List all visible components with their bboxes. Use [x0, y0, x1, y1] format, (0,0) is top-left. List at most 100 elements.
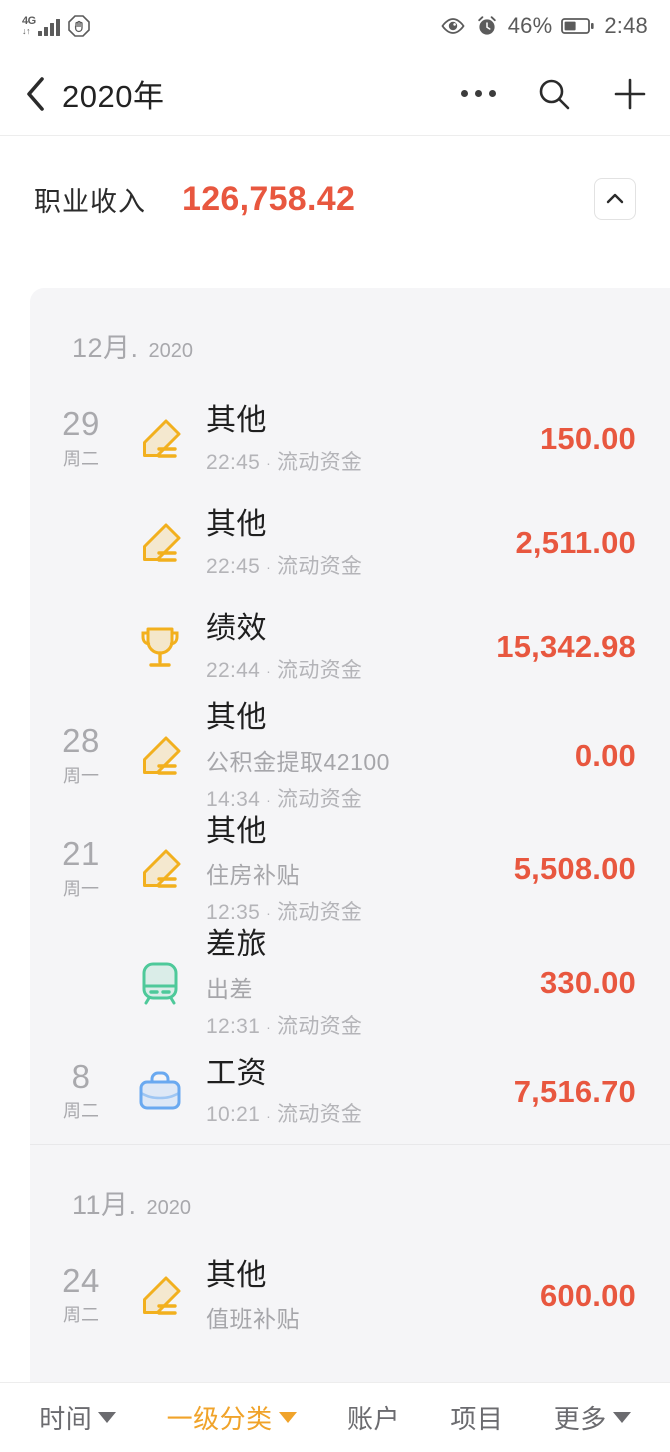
row-amount: 600.00 [539, 1277, 636, 1313]
row-meta: 12:35 · 流动资金 [206, 896, 504, 926]
row-category-icon [118, 515, 202, 571]
row-meta: 22:45 · 流动资金 [206, 550, 505, 580]
row-category: 绩效 [206, 612, 267, 646]
row-meta: 10:21 · 流动资金 [206, 1098, 504, 1128]
filter-label: 项目 [450, 1404, 504, 1434]
filter-label: 更多 [553, 1404, 607, 1434]
row-amount: 15,342.98 [496, 629, 636, 664]
row-body: 差旅 出差 12:31 · 流动资金 [202, 926, 530, 1040]
eye-icon [441, 18, 465, 34]
row-date [44, 542, 118, 545]
row-category: 其他 [206, 508, 267, 542]
row-account: 流动资金 [277, 787, 363, 811]
status-bar: 4G ↓↑ 46% 2:48 [0, 0, 670, 52]
transaction-row[interactable]: 8 周二 工资 10:21 · 流动资金 7,516.70 [30, 1040, 670, 1144]
month-header: 12月. 2020 [30, 288, 670, 387]
transaction-row[interactable]: 29 周二 其他 22:45 · 流动资金 150.00 [30, 387, 670, 491]
row-category-icon [118, 1268, 202, 1324]
back-button[interactable]: 2020年 [22, 71, 164, 116]
row-category-icon [118, 728, 202, 784]
row-account: 流动资金 [277, 1103, 363, 1127]
row-amount: 7,516.70 [513, 1073, 636, 1109]
filter-5[interactable]: 更多 [554, 1399, 631, 1436]
transaction-list[interactable]: 12月. 2020 29 周二 其他 22:45 · 流动资金 150.00 其他 22:45 · 流动… [30, 288, 670, 1382]
row-meta: 22:44 · 流动资金 [206, 654, 486, 684]
plus-icon[interactable] [612, 76, 648, 112]
filter-1[interactable]: 时间 [39, 1399, 117, 1436]
filter-4[interactable]: 项目 [450, 1399, 503, 1436]
search-icon[interactable] [536, 76, 572, 112]
row-body: 其他 22:45 · 流动资金 [202, 402, 530, 476]
chevron-down-icon [278, 1412, 297, 1423]
row-category: 工资 [206, 1056, 267, 1090]
row-date: 29 周二 [44, 407, 118, 471]
transaction-row[interactable]: 其他 22:45 · 流动资金 2,511.00 [30, 491, 670, 595]
transaction-row[interactable]: 绩效 22:44 · 流动资金 15,342.98 [30, 595, 670, 699]
tag-icon [143, 736, 181, 775]
month-group: 12月. 2020 29 周二 其他 22:45 · 流动资金 150.00 其他 22:45 · 流动… [30, 288, 670, 1144]
month-group: 11月. 2020 24 周二 其他 值班补贴 600.00 [30, 1143, 670, 1348]
row-memo: 住房补贴 [206, 862, 300, 888]
status-bar-right: 46% 2:48 [440, 13, 648, 39]
filter-3[interactable]: 账户 [347, 1399, 400, 1436]
filter-label: 账户 [346, 1404, 400, 1434]
signal-bars-icon: 4G ↓↑ [22, 16, 60, 36]
row-category: 其他 [206, 701, 267, 734]
month-label: 12月. [72, 333, 139, 363]
meta-separator: · [266, 791, 272, 808]
alarm-clock-icon [477, 16, 496, 35]
chevron-left-icon [27, 76, 44, 111]
summary-row: 职业收入 126,758.42 [0, 136, 670, 262]
row-amount: 5,508.00 [513, 851, 636, 887]
chevron-down-icon [612, 1412, 631, 1423]
row-amount: 150.00 [539, 421, 636, 456]
row-category-icon [118, 955, 202, 1011]
tag-icon [143, 523, 181, 562]
network-arrows-label: ↓↑ [22, 26, 31, 36]
chevron-down-icon [98, 1412, 117, 1423]
nav-bar: 2020年 [0, 52, 670, 136]
row-memo: 值班补贴 [206, 1306, 300, 1333]
row-account: 流动资金 [277, 901, 363, 924]
filter-2[interactable]: 一级分类 [167, 1399, 297, 1436]
nav-actions [461, 76, 648, 112]
row-category: 其他 [206, 814, 267, 848]
row-account: 流动资金 [277, 1014, 363, 1038]
transaction-row[interactable]: 差旅 出差 12:31 · 流动资金 330.00 [30, 926, 670, 1040]
transaction-row[interactable]: 21 周一 其他 住房补贴 12:35 · 流动资金 5,508.00 [30, 813, 670, 927]
train-icon [142, 962, 178, 1005]
summary-label: 职业收入 [34, 186, 146, 217]
row-category: 其他 [206, 404, 267, 438]
page-title: 2020年 [62, 79, 165, 114]
row-body: 其他 住房补贴 12:35 · 流动资金 [202, 813, 504, 927]
collapse-button[interactable] [594, 178, 636, 220]
tag-icon [143, 849, 181, 888]
row-amount: 0.00 [574, 737, 636, 773]
row-time: 12:31 [206, 1014, 261, 1038]
row-date [44, 981, 118, 984]
row-day: 21 [62, 835, 100, 873]
meta-separator: · [266, 455, 272, 472]
meta-separator: · [266, 1107, 272, 1124]
clock-label: 2:48 [604, 13, 648, 38]
meta-separator: · [266, 559, 272, 576]
filter-toolbar: 时间 一级分类 账户 项目 更多 [0, 1382, 670, 1452]
trophy-icon [141, 627, 179, 667]
row-weekday: 周二 [63, 448, 99, 469]
transaction-row[interactable]: 24 周二 其他 值班补贴 600.00 [30, 1244, 670, 1348]
row-category: 其他 [206, 1258, 267, 1292]
more-dots-icon[interactable] [461, 90, 496, 97]
month-label: 11月. [72, 1189, 137, 1220]
row-body: 绩效 22:44 · 流动资金 [202, 610, 486, 684]
do-not-disturb-icon [67, 15, 90, 37]
row-amount: 330.00 [539, 964, 636, 1000]
row-time: 22:45 [206, 450, 261, 474]
row-meta: 14:34 · 流动资金 [206, 783, 565, 813]
row-day: 24 [62, 1261, 100, 1299]
row-time: 14:34 [206, 787, 261, 811]
transaction-row[interactable]: 28 周一 其他 公积金提取42100 14:34 · 流动资金 0.00 [30, 699, 670, 813]
tag-icon [143, 419, 181, 458]
row-meta: 12:31 · 流动资金 [206, 1010, 530, 1040]
meta-separator: · [266, 905, 272, 922]
chevron-up-icon [606, 193, 624, 204]
